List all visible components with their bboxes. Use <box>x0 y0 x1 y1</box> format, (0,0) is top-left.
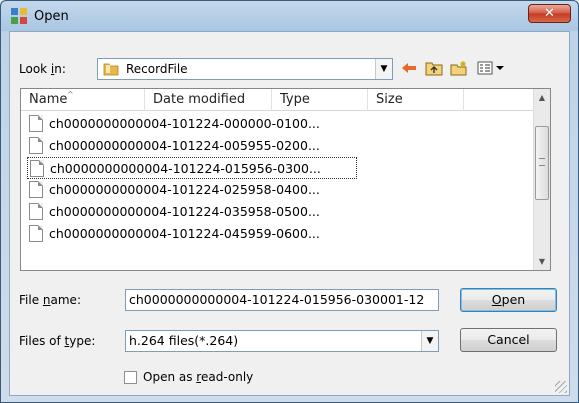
file-icon <box>29 137 43 154</box>
file-name-label: File name: <box>19 293 81 307</box>
look-in-dropdown[interactable]: RecordFile ▼ <box>97 58 393 80</box>
file-name: ch0000000000004-101224-025958-0400... <box>49 182 320 197</box>
vertical-scrollbar[interactable]: ▲ ▼ <box>533 89 550 270</box>
sort-ascending-icon: ^ <box>67 90 74 99</box>
app-icon <box>11 8 27 24</box>
file-name: ch0000000000004-101224-000000-0100... <box>49 116 320 131</box>
file-row[interactable]: ch0000000000004-101224-025958-0400... <box>27 179 357 201</box>
file-icon <box>29 225 43 242</box>
column-name[interactable]: Name ^ <box>21 89 145 111</box>
column-size[interactable]: Size <box>368 89 464 111</box>
new-folder-icon[interactable] <box>449 59 469 77</box>
scroll-down-icon[interactable]: ▼ <box>534 253 550 270</box>
resize-grip-icon[interactable] <box>555 381 567 393</box>
column-date-modified[interactable]: Date modified <box>145 89 272 111</box>
file-type-value: h.264 files(*.264) <box>129 333 239 348</box>
read-only-checkbox[interactable] <box>124 371 137 384</box>
file-row[interactable]: ch0000000000004-101224-035958-0500... <box>27 201 357 223</box>
file-name: ch0000000000004-101224-045959-0600... <box>49 226 320 241</box>
back-arrow-icon[interactable] <box>399 59 419 77</box>
file-name: ch0000000000004-101224-035958-0500... <box>49 204 320 219</box>
close-button[interactable]: ✕ <box>528 4 571 23</box>
file-name: ch0000000000004-101224-005955-0200... <box>49 138 320 153</box>
close-icon: ✕ <box>544 6 555 21</box>
scroll-up-icon[interactable]: ▲ <box>534 89 550 106</box>
file-icon <box>29 203 43 220</box>
file-row[interactable]: ch0000000000004-101224-005955-0200... <box>27 135 357 157</box>
up-folder-icon[interactable] <box>424 59 444 77</box>
file-icon <box>29 181 43 198</box>
file-icon <box>30 160 44 177</box>
dialog-body: Look in: RecordFile ▼ Name ^ Date modifi… <box>9 31 570 396</box>
column-headers: Name ^ Date modified Type Size <box>21 89 534 111</box>
file-row[interactable]: ch0000000000004-101224-045959-0600... <box>27 223 357 245</box>
folder-icon <box>103 63 119 76</box>
window-title: Open <box>34 9 69 24</box>
grip-icon <box>539 158 545 166</box>
look-in-value: RecordFile <box>126 62 188 76</box>
open-dialog: Open ✕ Look in: RecordFile ▼ Name ^ Date… <box>0 0 579 403</box>
file-name: ch0000000000004-101224-015956-0300... <box>50 161 321 176</box>
file-name-input[interactable]: ch0000000000004-101224-015956-030001-12 <box>125 289 439 311</box>
file-type-dropdown[interactable]: h.264 files(*.264) ▼ <box>125 330 439 352</box>
file-icon <box>29 115 43 132</box>
scrollbar-thumb[interactable] <box>535 126 549 200</box>
file-list[interactable]: Name ^ Date modified Type Size ch0000000… <box>20 88 551 271</box>
cancel-button[interactable]: Cancel <box>460 328 557 352</box>
column-type[interactable]: Type <box>272 89 368 111</box>
chevron-down-icon[interactable]: ▼ <box>421 331 438 351</box>
view-menu-icon[interactable] <box>476 59 506 77</box>
chevron-down-icon[interactable]: ▼ <box>375 59 392 79</box>
open-button[interactable]: Open <box>460 288 557 312</box>
title-bar[interactable]: Open ✕ <box>1 1 578 31</box>
look-in-label: Look in: <box>19 62 66 76</box>
file-type-label: Files of type: <box>19 334 96 348</box>
read-only-label[interactable]: Open as read-only <box>143 370 253 384</box>
file-row-selected[interactable]: ch0000000000004-101224-015956-0300... <box>27 157 357 179</box>
file-row[interactable]: ch0000000000004-101224-000000-0100... <box>27 113 357 135</box>
